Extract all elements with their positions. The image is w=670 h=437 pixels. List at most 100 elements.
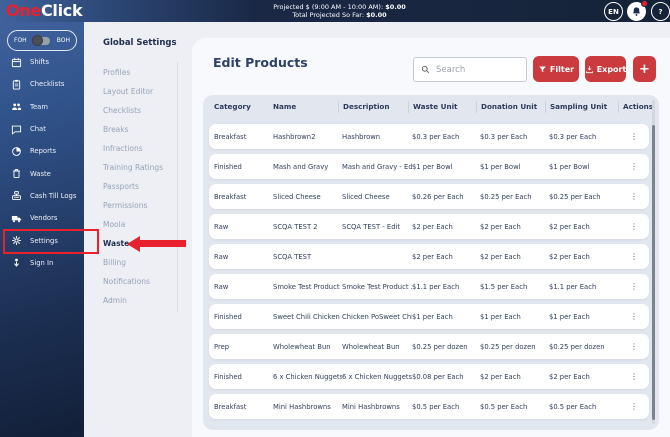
sign-in-icon xyxy=(11,257,22,268)
cell-waste-unit: $1.1 per Each xyxy=(412,282,460,291)
table-row: Prep Wholewheat Bun Wholewheat Bun $0.25… xyxy=(209,334,649,359)
cell-donation-unit: $2 per Each xyxy=(480,372,521,381)
sidebar-item[interactable]: Vendors xyxy=(0,207,84,229)
more-options-icon[interactable]: ⋮ xyxy=(630,162,638,171)
settings-menu-item[interactable]: Permissions xyxy=(84,196,177,215)
cell-description: Chicken PoSweet Chi... xyxy=(342,312,412,321)
help-button[interactable]: ? xyxy=(651,2,670,21)
column-header-name: Name xyxy=(273,102,297,111)
toggle-knob[interactable] xyxy=(31,34,43,46)
cell-category: Prep xyxy=(214,342,230,351)
team-icon xyxy=(11,101,22,112)
cell-description: SCQA TEST - Edit xyxy=(342,222,401,231)
bell-icon xyxy=(631,6,642,17)
more-options-icon[interactable]: ⋮ xyxy=(630,222,638,231)
more-options-icon[interactable]: ⋮ xyxy=(630,132,638,141)
language-button[interactable]: EN xyxy=(604,2,623,21)
filter-button[interactable]: Filter xyxy=(533,56,579,82)
table-row: Raw Smoke Test Product ... Smoke Test Pr… xyxy=(209,274,649,299)
add-product-button[interactable]: + xyxy=(633,56,656,82)
sidebar-nav: Shifts Checklists Team Chat Reports Wast… xyxy=(0,51,99,274)
trash-icon xyxy=(11,168,22,179)
cell-donation-unit: $0.25 per dozen xyxy=(480,342,536,351)
more-options-icon[interactable]: ⋮ xyxy=(630,192,638,201)
table-row: Raw SCQA TEST $2 per Each $2 per Each $2… xyxy=(209,244,649,269)
more-options-icon[interactable]: ⋮ xyxy=(630,282,638,291)
column-header-waste-unit: Waste Unit xyxy=(408,101,480,113)
sidebar-item[interactable]: Reports xyxy=(0,140,84,162)
foh-label: FOH xyxy=(14,37,27,44)
column-header-donation-unit: Donation Unit xyxy=(476,101,549,113)
cell-sampling-unit: $0.5 per Each xyxy=(549,402,597,411)
cell-sampling-unit: $2 per Each xyxy=(549,372,590,381)
cell-waste-unit: $0.08 per Each xyxy=(412,372,464,381)
export-button[interactable]: Export xyxy=(585,56,626,82)
table-row: Breakfast Mini Hashbrowns Mini Hashbrown… xyxy=(209,394,649,419)
sidebar-item[interactable]: Chat xyxy=(0,118,84,140)
search-input[interactable] xyxy=(436,64,516,75)
cell-category: Finished xyxy=(214,162,242,171)
cell-donation-unit: $0.5 per Each xyxy=(480,402,528,411)
settings-menu-item[interactable]: Breaks xyxy=(84,120,177,139)
settings-menu-item[interactable]: Notifications xyxy=(84,272,177,291)
cell-name: Mini Hashbrowns xyxy=(273,402,331,411)
foh-boh-toggle[interactable]: FOH BOH xyxy=(7,30,77,51)
sidebar-item[interactable]: Checklists xyxy=(0,73,84,95)
more-options-icon[interactable]: ⋮ xyxy=(630,312,638,321)
cell-category: Finished xyxy=(214,372,242,381)
settings-menu-item[interactable]: Training Ratings xyxy=(84,158,177,177)
more-options-icon[interactable]: ⋮ xyxy=(630,402,638,411)
sidebar-item[interactable]: Settings xyxy=(0,229,99,255)
more-options-icon[interactable]: ⋮ xyxy=(630,372,638,381)
settings-menu-item[interactable]: Passports xyxy=(84,177,177,196)
sidebar-item[interactable]: Shifts xyxy=(0,51,84,73)
table-scrollbar-thumb[interactable] xyxy=(652,125,655,420)
settings-menu-item[interactable]: Billing xyxy=(84,253,177,272)
sidebar-item[interactable]: Team xyxy=(0,96,84,118)
annotation-arrow-head xyxy=(127,236,140,252)
column-header-category: Category xyxy=(214,102,251,111)
cell-donation-unit: $2 per Each xyxy=(480,252,521,261)
cell-description: Wholewheat Bun xyxy=(342,342,400,351)
cell-name: SCQA TEST 2 xyxy=(273,222,318,231)
projected-summary: Projected $ (9:00 AM - 10:00 AM): $0.00 … xyxy=(273,2,406,20)
notifications-button[interactable] xyxy=(627,0,648,21)
cell-sampling-unit: $1.1 per Each xyxy=(549,282,597,291)
settings-menu-item[interactable]: Profiles xyxy=(84,63,177,82)
top-bar: OneClick Projected $ (9:00 AM - 10:00 AM… xyxy=(0,0,670,22)
toggle-switch[interactable] xyxy=(31,34,50,46)
cell-name: Smoke Test Product ... xyxy=(273,282,342,291)
sidebar-item-label: Team xyxy=(30,102,48,111)
settings-menu-item[interactable]: Checklists xyxy=(84,101,177,120)
cell-category: Finished xyxy=(214,312,242,321)
cell-name: Wholewheat Bun xyxy=(273,342,331,351)
settings-menu-item[interactable]: Admin xyxy=(84,291,177,310)
cell-waste-unit: $0.25 per dozen xyxy=(412,342,468,351)
gear-icon xyxy=(11,235,22,246)
settings-menu-title: Global Settings xyxy=(103,38,177,48)
sidebar-item[interactable]: Sign In xyxy=(0,252,84,274)
sidebar-item[interactable]: Waste xyxy=(0,162,84,184)
settings-menu-item[interactable]: Layout Editor xyxy=(84,82,177,101)
settings-menu-item[interactable]: Infractions xyxy=(84,139,177,158)
notification-badge xyxy=(641,0,648,7)
oneclick-logo: OneClick xyxy=(6,1,83,20)
search-box[interactable] xyxy=(413,57,527,82)
projected-total-value: $0.00 xyxy=(366,11,387,19)
clipboard-icon xyxy=(11,79,22,90)
table-row: Finished Mash and Gravy Mash and Gravy -… xyxy=(209,154,649,179)
products-table: Category Name Description Waste Unit Don… xyxy=(203,95,659,430)
cell-donation-unit: $1.5 per Each xyxy=(480,282,528,291)
content-card: Edit Products Filter Export + Category N xyxy=(192,38,670,437)
truck-icon xyxy=(11,213,22,224)
sidebar-item[interactable]: Cash Till Logs xyxy=(0,185,84,207)
cell-category: Breakfast xyxy=(214,192,247,201)
more-options-icon[interactable]: ⋮ xyxy=(630,342,638,351)
cell-sampling-unit: $1 per Each xyxy=(549,312,590,321)
settings-menu-panel: Global Settings Profiles Layout Editor C… xyxy=(84,22,192,437)
cell-name: 6 x Chicken Nuggets xyxy=(273,372,342,381)
more-options-icon[interactable]: ⋮ xyxy=(630,252,638,261)
cell-sampling-unit: $2 per Each xyxy=(549,252,590,261)
calendar-icon xyxy=(11,57,22,68)
cell-sampling-unit: $0.25 per dozen xyxy=(549,342,605,351)
